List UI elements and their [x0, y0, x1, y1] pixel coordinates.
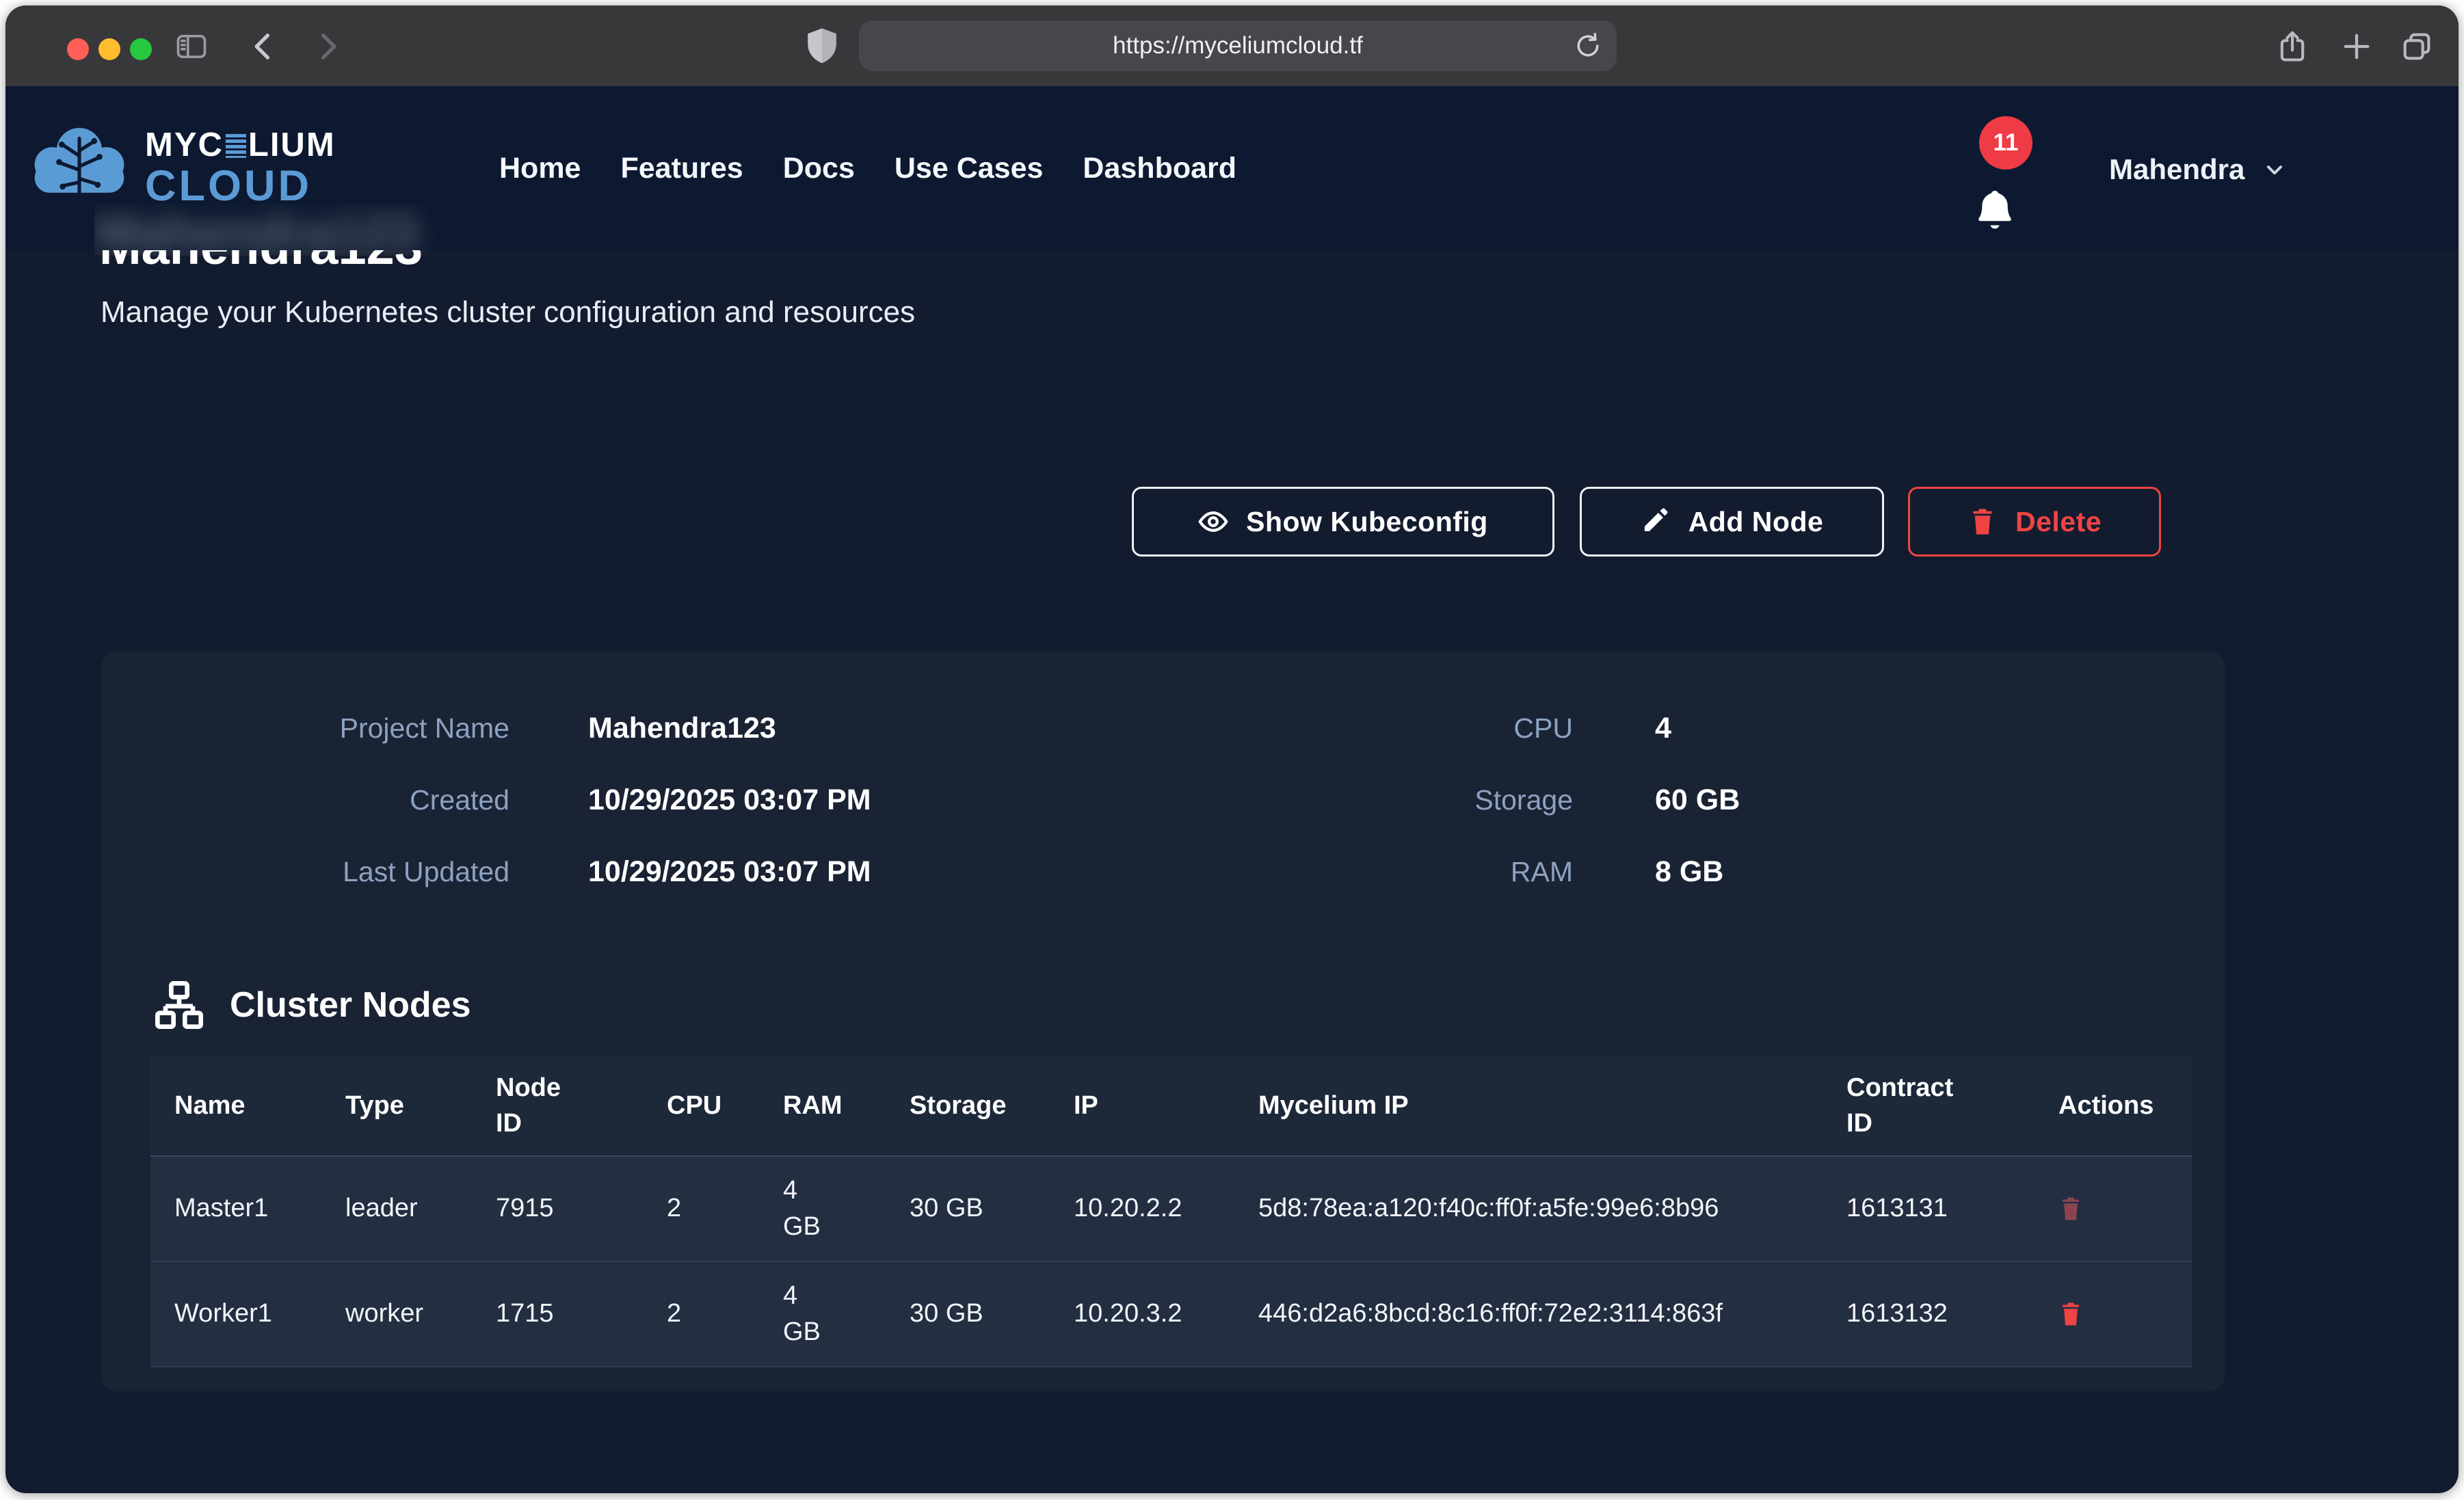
- nav-link-use-cases[interactable]: Use Cases: [895, 150, 1044, 186]
- cell-contract-id: 1613131: [1823, 1190, 2035, 1227]
- trash-icon: [2058, 1300, 2083, 1328]
- cell-storage: 30 GB: [886, 1296, 1050, 1332]
- table-header-row: Name Type Node ID CPU RAM Storage IP Myc…: [150, 1056, 2192, 1157]
- window-close-button[interactable]: [67, 38, 89, 60]
- top-navbar: MYCLIUM CLOUD Home Features Docs Use Cas…: [5, 86, 2459, 250]
- cell-mycelium-ip: 5d8:78ea:a120:f40c:ff0f:a5fe:99e6:8b96: [1234, 1190, 1823, 1227]
- cell-contract-id: 1613132: [1823, 1296, 2035, 1332]
- back-icon[interactable]: [246, 29, 282, 64]
- add-node-button[interactable]: Add Node: [1580, 487, 1884, 557]
- cell-node-id: 7915: [472, 1190, 643, 1227]
- brand-line1: MYCLIUM: [145, 129, 336, 162]
- cell-name: Master1: [150, 1190, 321, 1227]
- user-name: Mahendra: [2109, 152, 2244, 187]
- col-type: Type: [321, 1088, 472, 1123]
- cell-node-id: 1715: [472, 1296, 643, 1332]
- user-menu[interactable]: Mahendra: [2109, 152, 2287, 187]
- eye-icon: [1198, 507, 1228, 537]
- col-ram: RAM: [759, 1088, 886, 1123]
- detail-value: 10/29/2025 03:07 PM: [509, 764, 996, 836]
- notifications-button[interactable]: 11: [1963, 116, 2079, 232]
- chevron-down-icon: [2262, 157, 2287, 182]
- detail-label: Created: [101, 764, 509, 836]
- tab-overview-icon[interactable]: [2399, 29, 2435, 64]
- show-kubeconfig-label: Show Kubeconfig: [1246, 506, 1488, 538]
- page-subtitle: Manage your Kubernetes cluster configura…: [101, 295, 915, 330]
- details-left: Project Name Mahendra123 Created 10/29/2…: [101, 693, 996, 908]
- detail-value: 8 GB: [1573, 836, 2052, 908]
- cell-type: worker: [321, 1296, 472, 1332]
- nav-link-home[interactable]: Home: [499, 150, 581, 186]
- nav-link-features[interactable]: Features: [620, 150, 743, 186]
- detail-value: 60 GB: [1573, 764, 2052, 836]
- bell-icon: [1972, 187, 2017, 241]
- detail-label: Storage: [1299, 764, 1573, 836]
- col-mycelium-ip: Mycelium IP: [1234, 1088, 1823, 1123]
- brand-line2: CLOUD: [145, 165, 336, 208]
- cell-type: leader: [321, 1190, 472, 1227]
- cluster-nodes-title: Cluster Nodes: [230, 985, 471, 1026]
- mycelium-cloud-logo-icon: [23, 112, 135, 224]
- refresh-icon[interactable]: [1573, 31, 1603, 61]
- pencil-icon: [1641, 507, 1671, 537]
- brand-wordmark: MYCLIUM CLOUD: [145, 129, 336, 208]
- forward-icon[interactable]: [309, 29, 345, 64]
- details-right: CPU 4 Storage 60 GB RAM 8 GB: [1299, 693, 2052, 908]
- delete-cluster-button[interactable]: Delete: [1908, 487, 2161, 557]
- nav-link-docs[interactable]: Docs: [783, 150, 855, 186]
- cluster-nodes-heading: Cluster Nodes: [152, 978, 471, 1032]
- cluster-detail-panel: Project Name Mahendra123 Created 10/29/2…: [101, 652, 2225, 1391]
- cell-ram: 4 GB: [759, 1173, 886, 1245]
- address-bar[interactable]: https://myceliumcloud.tf: [859, 21, 1617, 71]
- cell-name: Worker1: [150, 1296, 321, 1332]
- show-kubeconfig-button[interactable]: Show Kubeconfig: [1132, 487, 1554, 557]
- cell-cpu: 2: [643, 1296, 759, 1332]
- window-minimize-button[interactable]: [98, 38, 120, 60]
- brand-logo[interactable]: MYCLIUM CLOUD: [23, 112, 336, 224]
- new-tab-icon[interactable]: [2339, 29, 2374, 64]
- logo-e-icon: [226, 134, 246, 158]
- col-node-id: Node ID: [472, 1071, 643, 1141]
- window-zoom-button[interactable]: [130, 38, 152, 60]
- browser-chrome: https://myceliumcloud.tf: [5, 5, 2459, 86]
- detail-value: 4: [1573, 693, 2052, 764]
- trash-icon: [2058, 1194, 2083, 1223]
- table-row: Master1 leader 7915 2 4 GB 30 GB 10.20.2…: [150, 1157, 2192, 1262]
- share-icon[interactable]: [2275, 29, 2310, 64]
- detail-value: 10/29/2025 03:07 PM: [509, 836, 996, 908]
- cell-ip: 10.20.2.2: [1050, 1190, 1234, 1227]
- col-storage: Storage: [886, 1088, 1050, 1123]
- cell-cpu: 2: [643, 1190, 759, 1227]
- table-row: Worker1 worker 1715 2 4 GB 30 GB 10.20.3…: [150, 1262, 2192, 1367]
- detail-label: Last Updated: [101, 836, 509, 908]
- detail-label: RAM: [1299, 836, 1573, 908]
- nav-links: Home Features Docs Use Cases Dashboard: [499, 150, 1236, 186]
- cell-mycelium-ip: 446:d2a6:8bcd:8c16:ff0f:72e2:3114:863f: [1234, 1296, 1823, 1332]
- cluster-nodes-icon: [152, 978, 207, 1032]
- detail-value: Mahendra123: [509, 693, 996, 764]
- col-cpu: CPU: [643, 1088, 759, 1123]
- sidebar-toggle-icon[interactable]: [174, 29, 209, 64]
- add-node-label: Add Node: [1688, 506, 1824, 538]
- cell-storage: 30 GB: [886, 1190, 1050, 1227]
- delete-node-button[interactable]: [2035, 1194, 2192, 1224]
- detail-label: CPU: [1299, 693, 1573, 764]
- detail-label: Project Name: [101, 693, 509, 764]
- cell-ip: 10.20.3.2: [1050, 1296, 1234, 1332]
- cluster-nodes-table: Name Type Node ID CPU RAM Storage IP Myc…: [150, 1056, 2192, 1367]
- delete-label: Delete: [2015, 506, 2102, 538]
- trash-icon: [1968, 507, 1998, 537]
- col-actions: Actions: [2035, 1088, 2192, 1123]
- nav-link-dashboard[interactable]: Dashboard: [1083, 150, 1236, 186]
- delete-node-button[interactable]: [2035, 1299, 2192, 1329]
- col-contract-id: Contract ID: [1823, 1071, 2035, 1141]
- privacy-shield-icon[interactable]: [803, 26, 841, 67]
- col-ip: IP: [1050, 1088, 1234, 1123]
- col-name: Name: [150, 1088, 321, 1123]
- url-text: https://myceliumcloud.tf: [1113, 32, 1363, 59]
- cell-ram: 4 GB: [759, 1278, 886, 1350]
- notification-badge: 11: [1979, 116, 2032, 170]
- browser-window: https://myceliumcloud.tf: [5, 5, 2459, 1493]
